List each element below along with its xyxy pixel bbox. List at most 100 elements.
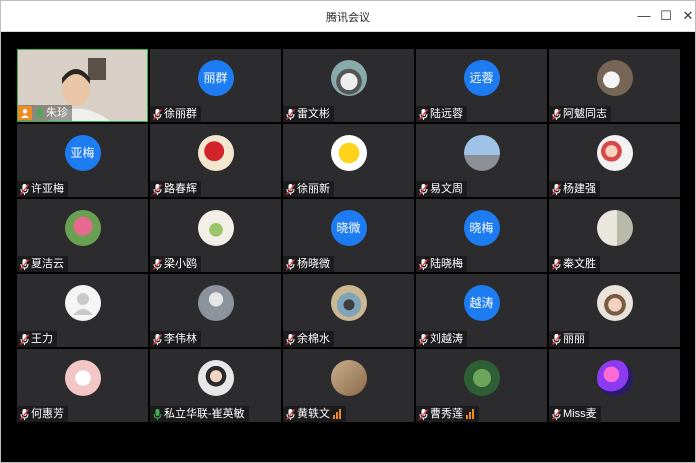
mic-muted-icon <box>152 108 163 120</box>
participant-tile[interactable]: 徐丽新 <box>283 124 414 197</box>
participant-name: 黄轶文 <box>297 408 330 420</box>
participant-name: 陆晓梅 <box>430 258 463 270</box>
mic-muted-icon <box>285 408 296 420</box>
avatar <box>596 134 633 171</box>
maximize-button[interactable]: ☐ <box>657 7 675 25</box>
avatar <box>64 284 101 321</box>
participant-tile[interactable]: 曹秀莲 <box>416 349 547 422</box>
minimize-button[interactable]: — <box>635 7 653 25</box>
avatar <box>330 359 367 396</box>
name-bar: 雷文彬 <box>283 106 334 122</box>
avatar <box>64 209 101 246</box>
participant-tile[interactable]: Miss麦 <box>549 349 680 422</box>
participant-tile[interactable]: 黄轶文 <box>283 349 414 422</box>
participant-tile[interactable]: 何惠芳 <box>17 349 148 422</box>
participant-tile[interactable]: 晓微 杨晓微 <box>283 199 414 272</box>
name-bar: 夏洁云 <box>17 256 68 272</box>
avatar <box>330 134 367 171</box>
close-button[interactable]: ✕ <box>679 7 696 25</box>
name-bar: 黄轶文 <box>283 406 346 422</box>
avatar: 丽群 <box>197 59 234 96</box>
name-bar: 丽丽 <box>549 331 589 347</box>
mic-muted-icon <box>551 333 562 345</box>
participant-name: 何惠芳 <box>31 408 64 420</box>
name-bar: 杨建强 <box>549 181 600 197</box>
participant-tile[interactable]: 雷文彬 <box>283 49 414 122</box>
mic-muted-icon <box>285 333 296 345</box>
name-bar: 余棉水 <box>283 331 334 347</box>
mic-muted-icon <box>19 183 30 195</box>
participant-name: 曹秀莲 <box>430 408 463 420</box>
participant-name: 梁小鸥 <box>164 258 197 270</box>
participant-tile[interactable]: 晓梅 陆晓梅 <box>416 199 547 272</box>
name-bar: 徐丽新 <box>283 181 334 197</box>
participant-tile[interactable]: 夏洁云 <box>17 199 148 272</box>
mic-muted-icon <box>551 183 562 195</box>
participant-tile[interactable]: 丽群 徐丽群 <box>150 49 281 122</box>
participant-name: 路春辉 <box>164 183 197 195</box>
participant-tile[interactable]: 丽丽 <box>549 274 680 347</box>
avatar: 远蓉 <box>463 59 500 96</box>
title-bar: 腾讯会议 — ☐ ✕ <box>1 1 695 32</box>
participant-tile[interactable]: 易文周 <box>416 124 547 197</box>
mic-muted-icon <box>19 333 30 345</box>
participant-tile[interactable]: 朱珍 <box>17 49 148 122</box>
name-bar: 何惠芳 <box>17 406 68 422</box>
name-bar: 曹秀莲 <box>416 406 479 422</box>
avatar <box>596 284 633 321</box>
participant-name: Miss麦 <box>563 408 597 420</box>
name-bar: 陆远蓉 <box>416 106 467 122</box>
mic-muted-icon <box>19 408 30 420</box>
mic-muted-icon <box>551 408 562 420</box>
participant-tile[interactable]: 亚梅 许亚梅 <box>17 124 148 197</box>
participant-name: 私立华联-崔英敏 <box>164 408 245 420</box>
participant-tile[interactable]: 越涛 刘越涛 <box>416 274 547 347</box>
name-bar: 路春辉 <box>150 181 201 197</box>
name-bar: 秦文胜 <box>549 256 600 272</box>
participant-tile[interactable]: 远蓉 陆远蓉 <box>416 49 547 122</box>
mic-muted-icon <box>152 333 163 345</box>
participant-name: 陆远蓉 <box>430 108 463 120</box>
name-bar: 李伟林 <box>150 331 201 347</box>
participant-tile[interactable]: 王力 <box>17 274 148 347</box>
default-user-icon <box>72 292 93 315</box>
participant-tile[interactable]: 私立华联-崔英敏 <box>150 349 281 422</box>
avatar <box>463 134 500 171</box>
participant-name: 许亚梅 <box>31 183 64 195</box>
participant-tile[interactable]: 杨建强 <box>549 124 680 197</box>
mic-muted-icon <box>418 408 429 420</box>
participant-name: 丽丽 <box>563 333 585 345</box>
avatar <box>330 284 367 321</box>
name-bar: 王力 <box>17 331 57 347</box>
participant-tile[interactable]: 余棉水 <box>283 274 414 347</box>
participant-name: 李伟林 <box>164 333 197 345</box>
participant-tile[interactable]: 阿魃同志 <box>549 49 680 122</box>
name-bar: 杨晓微 <box>283 256 334 272</box>
avatar <box>197 209 234 246</box>
avatar <box>197 134 234 171</box>
name-bar: 刘越涛 <box>416 331 467 347</box>
name-bar: Miss麦 <box>549 406 601 422</box>
mic-muted-icon <box>285 183 296 195</box>
name-bar: 私立华联-崔英敏 <box>150 406 249 422</box>
window-title: 腾讯会议 <box>326 12 370 24</box>
name-bar: 徐丽群 <box>150 106 201 122</box>
mic-muted-icon <box>19 258 30 270</box>
participant-name: 徐丽新 <box>297 183 330 195</box>
mic-muted-icon <box>285 108 296 120</box>
participant-name: 杨晓微 <box>297 258 330 270</box>
name-bar: 梁小鸥 <box>150 256 201 272</box>
participant-name: 徐丽群 <box>164 108 197 120</box>
avatar <box>197 284 234 321</box>
participant-tile[interactable]: 秦文胜 <box>549 199 680 272</box>
participant-tile[interactable]: 梁小鸥 <box>150 199 281 272</box>
participant-name: 夏洁云 <box>31 258 64 270</box>
participant-name: 易文周 <box>430 183 463 195</box>
name-bar: 陆晓梅 <box>416 256 467 272</box>
participant-tile[interactable]: 路春辉 <box>150 124 281 197</box>
mic-muted-icon <box>551 108 562 120</box>
participant-name: 刘越涛 <box>430 333 463 345</box>
participant-tile[interactable]: 李伟林 <box>150 274 281 347</box>
avatar: 晓微 <box>330 209 367 246</box>
mic-muted-icon <box>418 108 429 120</box>
